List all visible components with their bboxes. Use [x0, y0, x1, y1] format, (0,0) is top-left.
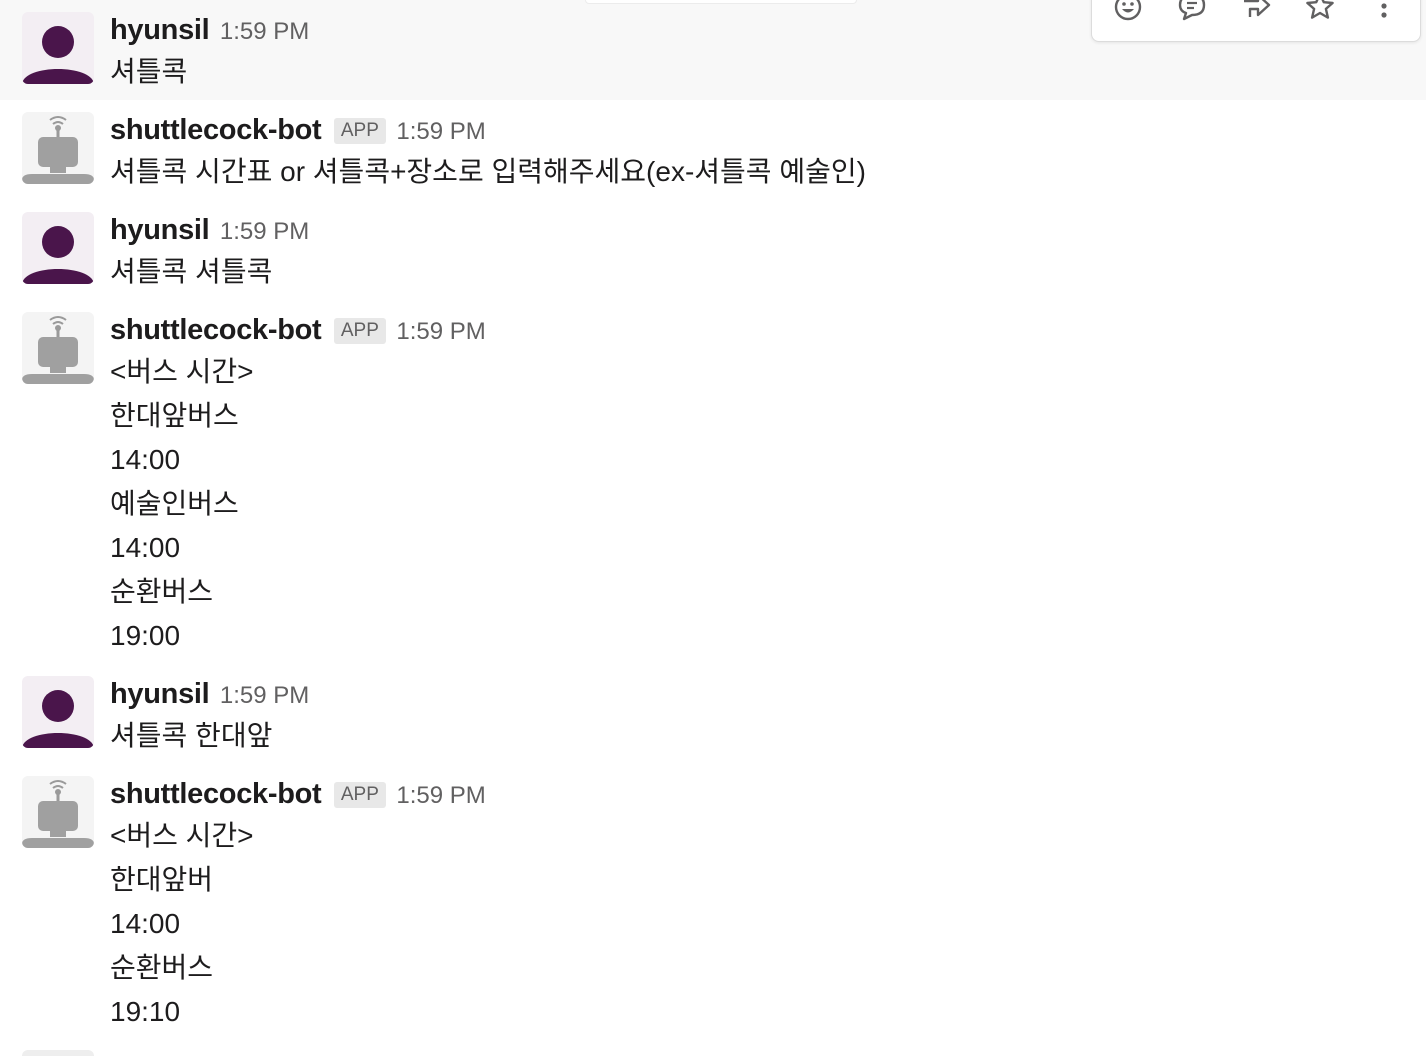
message-text: 19:00: [110, 620, 181, 651]
timestamp[interactable]: 1:59 PM: [396, 318, 485, 345]
bot-avatar-icon: [22, 316, 94, 384]
message-text: 한대앞버스: [110, 400, 239, 431]
message-text: 순환버스: [110, 576, 214, 607]
message-header: shuttlecock-bot APP 1:59 PM: [110, 314, 486, 346]
user-avatar-icon: [22, 226, 94, 284]
message-text: <버스 시간>: [110, 356, 254, 387]
avatar[interactable]: [22, 776, 94, 848]
message-header: shuttlecock-bot APP 1:59 PM: [110, 778, 486, 810]
message-row[interactable]: shuttlecock-bot APP 1:59 PM 셔틀콕 시간표 or 셔…: [0, 100, 1426, 200]
more-actions-button[interactable]: [1358, 0, 1410, 25]
avatar[interactable]: [22, 676, 94, 748]
timestamp[interactable]: 1:59 PM: [396, 782, 485, 809]
message-header: hyunsil 1:59 PM: [110, 678, 309, 710]
message-text: 셔틀콕: [110, 56, 188, 87]
avatar[interactable]: [22, 112, 94, 184]
message-body: <버스 시간> 한대앞버 14:00 순환버스 19:10: [110, 814, 254, 1034]
reply-in-thread-icon: [1178, 0, 1206, 21]
message-row[interactable]: shuttlecock-bot APP 1:59 PM <버스 시간> 한대앞버…: [0, 300, 1426, 664]
timestamp[interactable]: 1:59 PM: [220, 218, 309, 245]
reply-in-thread-button[interactable]: [1166, 0, 1218, 25]
next-message-avatar: [22, 1050, 94, 1056]
message-text: 14:00: [110, 444, 181, 475]
new-messages-pill: [585, 0, 857, 4]
message-header: hyunsil 1:59 PM: [110, 214, 309, 246]
message-text: 셔틀콕 셔틀콕: [110, 256, 273, 287]
message-row[interactable]: hyunsil 1:59 PM 셔틀콕 셔틀콕: [0, 200, 1426, 300]
app-badge: APP: [333, 118, 386, 144]
message-text: 14:00: [110, 908, 181, 939]
message-body: 셔틀콕 시간표 or 셔틀콕+장소로 입력해주세요(ex-셔틀콕 예술인): [110, 150, 866, 194]
message-text: 19:10: [110, 996, 181, 1027]
message-text: <버스 시간>: [110, 820, 254, 851]
share-message-icon: [1244, 0, 1271, 17]
message-row[interactable]: hyunsil 1:59 PM 셔틀콕 한대앞: [0, 664, 1426, 764]
message-text: 셔틀콕 한대앞: [110, 720, 273, 751]
share-message-button[interactable]: [1230, 0, 1282, 25]
app-badge: APP: [333, 782, 386, 808]
more-actions-icon: [1381, 3, 1387, 18]
timestamp[interactable]: 1:59 PM: [220, 682, 309, 709]
sender-name[interactable]: hyunsil: [110, 214, 210, 246]
message-body: 셔틀콕 셔틀콕: [110, 250, 272, 294]
save-message-button[interactable]: [1294, 0, 1346, 25]
bot-avatar-icon: [22, 780, 94, 848]
message-row[interactable]: shuttlecock-bot APP 1:59 PM <버스 시간> 한대앞버…: [0, 764, 1426, 1044]
message-body: <버스 시간> 한대앞버스 14:00 예술인버스 14:00 순환버스 19:…: [110, 350, 254, 658]
user-avatar-icon: [22, 26, 94, 84]
save-star-icon: [1306, 0, 1334, 19]
sender-name[interactable]: shuttlecock-bot: [110, 114, 322, 146]
message-text: 순환버스: [110, 952, 214, 983]
timestamp[interactable]: 1:59 PM: [396, 118, 485, 145]
avatar[interactable]: [22, 312, 94, 384]
avatar[interactable]: [22, 12, 94, 84]
sender-name[interactable]: shuttlecock-bot: [110, 778, 322, 810]
message-text: 14:00: [110, 532, 181, 563]
sender-name[interactable]: hyunsil: [110, 14, 210, 46]
sender-name[interactable]: hyunsil: [110, 678, 210, 710]
message-body: 셔틀콕: [110, 50, 187, 94]
message-body: 셔틀콕 한대앞: [110, 714, 272, 758]
message-actions-toolbar: [1091, 0, 1421, 42]
sender-name[interactable]: shuttlecock-bot: [110, 314, 322, 346]
message-header: hyunsil 1:59 PM: [110, 14, 309, 46]
add-reaction-button[interactable]: [1102, 0, 1154, 25]
avatar[interactable]: [22, 212, 94, 284]
message-header: shuttlecock-bot APP 1:59 PM: [110, 114, 486, 146]
message-text: 셔틀콕 시간표 or 셔틀콕+장소로 입력해주세요(ex-셔틀콕 예술인): [110, 156, 866, 187]
add-reaction-icon: [1114, 0, 1142, 21]
user-avatar-icon: [22, 690, 94, 748]
timestamp[interactable]: 1:59 PM: [220, 18, 309, 45]
bot-avatar-icon: [22, 116, 94, 184]
app-badge: APP: [333, 318, 386, 344]
message-text: 예술인버스: [110, 488, 239, 519]
message-text: 한대앞버: [110, 864, 214, 895]
